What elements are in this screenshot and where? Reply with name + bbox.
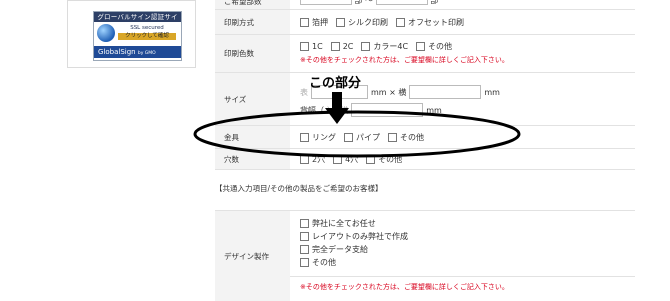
annotation-overlay	[193, 92, 521, 158]
annotation-arrow	[325, 92, 349, 124]
annotation-ellipse	[193, 110, 521, 158]
